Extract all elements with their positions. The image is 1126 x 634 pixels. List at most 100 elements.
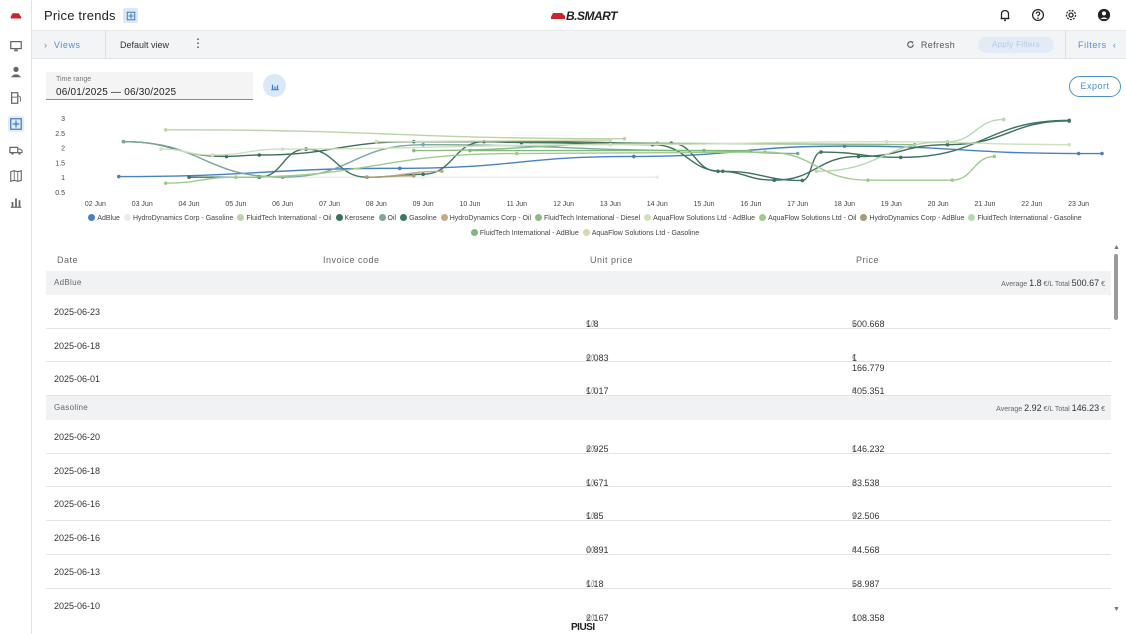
- legend-label: HydroDynamics Corp - Gasoline: [132, 215, 234, 222]
- table-scrollbar[interactable]: ▲ ▼: [1113, 244, 1120, 616]
- cell-date: 2025-06-23: [54, 307, 101, 317]
- views-label: Views: [53, 40, 81, 50]
- data-point: [187, 175, 191, 179]
- data-point: [397, 166, 402, 171]
- legend-label: Gasoline: [409, 215, 437, 222]
- legend-swatch: [470, 229, 478, 236]
- export-button[interactable]: Export: [1069, 76, 1121, 97]
- filters-toggle[interactable]: Filters ‹: [1078, 40, 1117, 50]
- legend-item[interactable]: FluidTech International - Diesel: [535, 211, 640, 226]
- data-point: [814, 169, 819, 174]
- table-row[interactable]: 2025-06-10 2.167 €/L 108.358 €: [46, 589, 1111, 622]
- scroll-thumb[interactable]: [1114, 254, 1118, 320]
- legend-label: Oil: [387, 215, 397, 222]
- scroll-down-arrow[interactable]: ▼: [1113, 606, 1120, 613]
- gear-icon[interactable]: [1063, 7, 1079, 23]
- legend-item[interactable]: Oil: [378, 211, 397, 226]
- fuel-pump-icon[interactable]: [8, 90, 24, 106]
- table-row[interactable]: 2025-06-13 1.18 €/L 58.987 €: [46, 555, 1111, 589]
- table-row[interactable]: 2025-06-16 1.85 €/L 92.506 €: [46, 487, 1111, 521]
- refresh-button[interactable]: Refresh: [906, 40, 955, 50]
- view-menu-icon[interactable]: ⋮: [192, 37, 204, 49]
- legend-label: Kerosene: [344, 215, 375, 222]
- x-tick-label: 02 Jun: [85, 201, 106, 208]
- legend-item[interactable]: FluidTech International - AdBlue: [470, 226, 579, 241]
- legend-label: FluidTech International - Gasoline: [977, 215, 1082, 222]
- default-view-button[interactable]: Default view: [120, 40, 169, 50]
- legend-item[interactable]: Gasoline: [400, 211, 437, 226]
- data-point: [210, 153, 215, 157]
- legend-item[interactable]: AquaFlow Solutions Ltd - Oil: [759, 211, 856, 226]
- price-trends-badge-icon[interactable]: [123, 8, 138, 23]
- refresh-label: Refresh: [920, 40, 956, 50]
- chart-toggle-button[interactable]: [263, 74, 286, 97]
- legend-label: FluidTech International - Oil: [246, 215, 332, 222]
- time-range-field[interactable]: Time range 06/01/2025 — 06/30/2025: [46, 72, 253, 100]
- cell-date: 2025-06-10: [54, 600, 101, 611]
- data-point: [257, 153, 262, 157]
- unit-price-unit: €/L: [586, 319, 598, 328]
- price-value: 146.232: [852, 444, 885, 455]
- legend-item[interactable]: HydroDynamics Corp - Oil: [440, 211, 532, 226]
- x-tick-label: 16 Jun: [740, 201, 761, 208]
- account-icon[interactable]: [1096, 7, 1112, 23]
- column-header-invoice[interactable]: Invoice code: [323, 255, 380, 265]
- footer-logo: PIUSI: [571, 622, 595, 633]
- legend-item[interactable]: FluidTech International - Gasoline: [968, 211, 1082, 226]
- table-row[interactable]: 2025-06-23 1.8 €/L 500.668 €: [46, 295, 1111, 329]
- legend-label: HydroDynamics Corp - Oil: [449, 215, 532, 222]
- bell-icon[interactable]: [997, 7, 1013, 23]
- price-trends-icon[interactable]: [8, 116, 24, 132]
- data-point: [622, 136, 627, 141]
- views-toggle[interactable]: › Views: [44, 40, 81, 50]
- data-point: [468, 148, 472, 153]
- column-header-date[interactable]: Date: [57, 255, 78, 265]
- data-point: [950, 178, 954, 182]
- legend-label: AquaFlow Solutions Ltd - Oil: [768, 215, 857, 222]
- total-value: 500.67: [1071, 278, 1100, 288]
- cell-date: 2025-06-18: [54, 465, 101, 476]
- legend-item[interactable]: FluidTech International - Oil: [237, 211, 332, 226]
- data-point: [234, 175, 238, 179]
- price-value: 500.668: [852, 319, 885, 329]
- y-tick-label: 2: [61, 146, 65, 153]
- legend-item[interactable]: AquaFlow Solutions Ltd - AdBlue: [644, 211, 755, 226]
- legend-item[interactable]: AdBlue: [88, 211, 120, 226]
- average-unit: €/L: [1043, 406, 1054, 414]
- monitor-icon[interactable]: [8, 38, 24, 54]
- data-point: [440, 169, 444, 174]
- data-point: [992, 154, 997, 159]
- series-line: [165, 129, 625, 140]
- cell-date: 2025-06-01: [54, 374, 101, 385]
- chart-icon[interactable]: [8, 194, 24, 210]
- table-row[interactable]: 2025-06-01 1.017 €/L 405.351 €: [46, 362, 1111, 396]
- legend-item[interactable]: HydroDynamics Corp - AdBlue: [860, 211, 964, 226]
- table-row[interactable]: 2025-06-20 2.925 €/L 146.232 €: [46, 420, 1111, 454]
- table-row[interactable]: 2025-06-16 0.891 €/L 44.568 €: [46, 521, 1111, 555]
- filters-label: Filters: [1078, 40, 1107, 50]
- map-icon[interactable]: [8, 168, 24, 184]
- vehicle-icon[interactable]: [8, 142, 24, 158]
- apply-filters-button[interactable]: Apply Filters: [978, 37, 1054, 53]
- data-point: [898, 155, 903, 160]
- user-icon[interactable]: [8, 64, 24, 80]
- scroll-up-arrow[interactable]: ▲: [1113, 244, 1120, 251]
- table-row[interactable]: 2025-06-18 1.671 €/L 83.538 €: [46, 454, 1111, 488]
- brand-logo: B.SMART: [550, 9, 617, 23]
- toolbar-divider: [105, 31, 106, 59]
- legend-item[interactable]: Kerosene: [335, 211, 375, 226]
- help-icon[interactable]: [1030, 7, 1046, 23]
- truck-icon[interactable]: [8, 7, 24, 23]
- column-header-price[interactable]: Price: [856, 255, 879, 265]
- legend-swatch: [237, 214, 245, 221]
- legend-item[interactable]: HydroDynamics Corp - Gasoline: [123, 211, 234, 226]
- legend-item[interactable]: AquaFlow Solutions Ltd - Gasoline: [582, 226, 700, 241]
- x-tick-label: 12 Jun: [553, 201, 574, 208]
- column-header-unit-price[interactable]: Unit price: [590, 255, 633, 265]
- x-tick-label: 21 Jun: [974, 201, 995, 208]
- legend-label: AquaFlow Solutions Ltd - Gasoline: [591, 230, 700, 237]
- data-point: [421, 172, 425, 177]
- table-row[interactable]: 2025-06-18 2.083 €/L 1 166.779 €: [46, 329, 1111, 373]
- unit-price-unit: €/L: [586, 511, 598, 521]
- total-unit: €: [1101, 406, 1105, 414]
